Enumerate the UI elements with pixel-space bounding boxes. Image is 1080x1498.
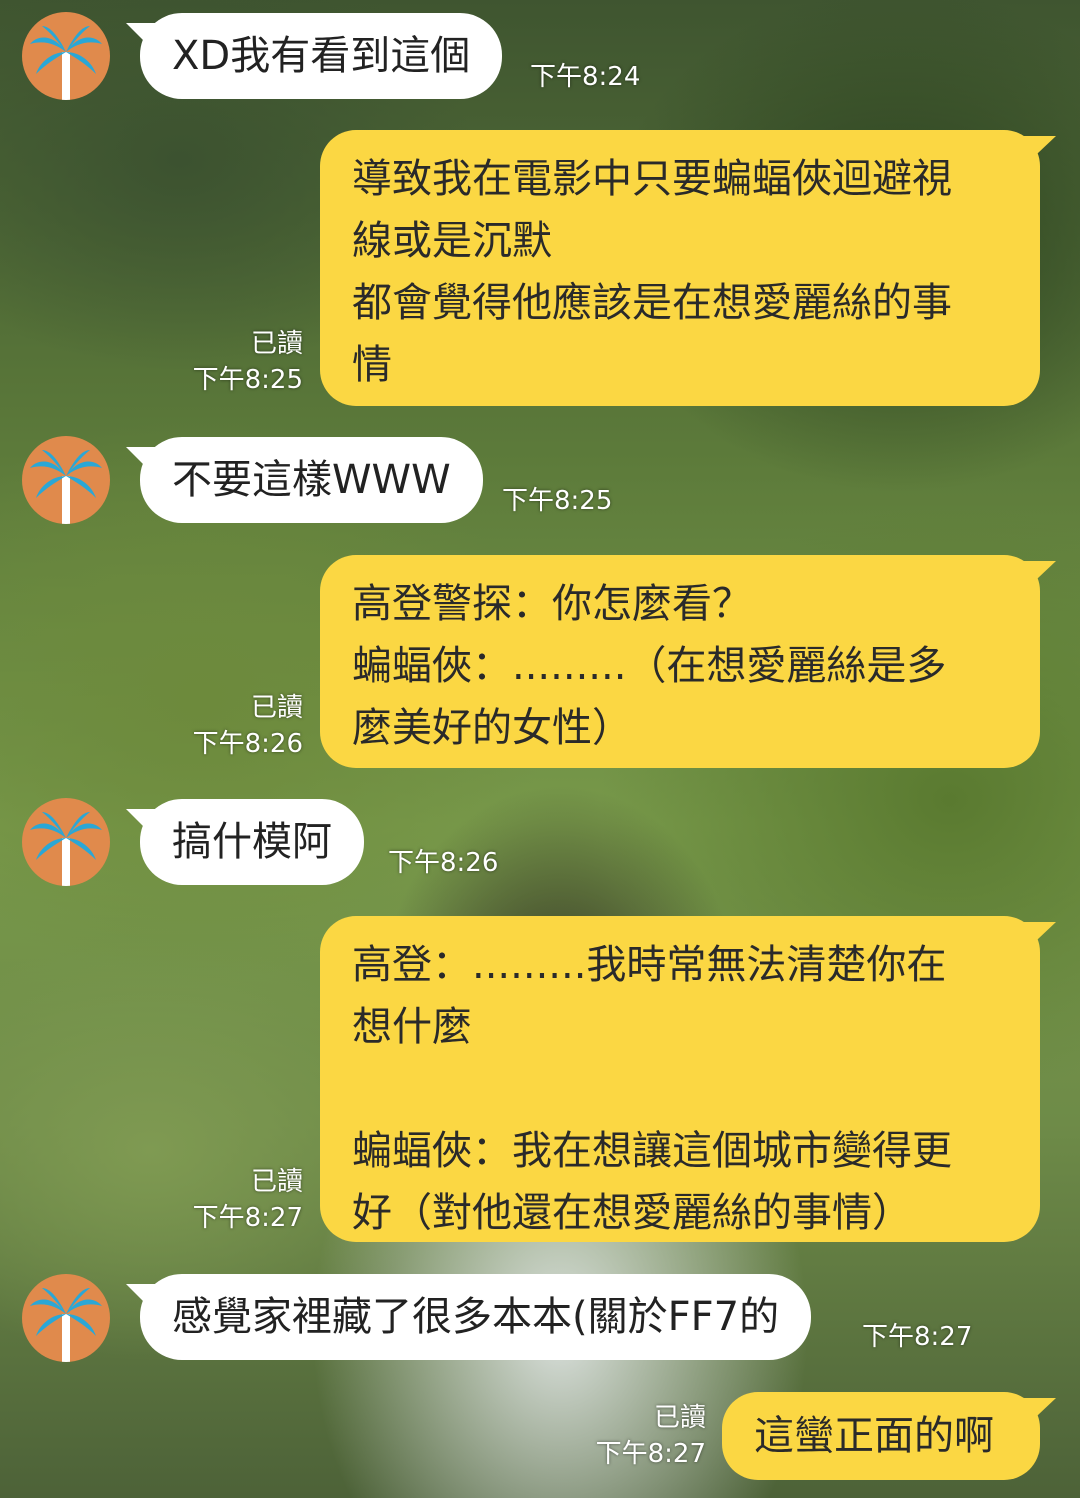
read-receipt: 已讀 [250, 693, 303, 723]
read-receipt: 已讀 [653, 1403, 706, 1433]
avatar[interactable] [22, 12, 110, 100]
message-time: 下午8:25 [192, 365, 303, 395]
outgoing-message[interactable]: 導致我在電影中只要蝙蝠俠迴避視 線或是沉默 都會覺得他應該是在想愛麗絲的事 情 [320, 130, 1040, 406]
message-meta: 已讀 下午8:27 [560, 1400, 706, 1472]
avatar[interactable] [22, 798, 110, 886]
outgoing-message[interactable]: 高登：.........我時常無法清楚你在 想什麼 蝙蝠俠：我在想讓這個城市變得… [320, 916, 1040, 1242]
palm-tree-icon [30, 1288, 102, 1362]
palm-tree-icon [30, 450, 102, 524]
message-time: 下午8:27 [862, 1322, 973, 1352]
read-receipt: 已讀 [250, 329, 303, 359]
outgoing-message[interactable]: 高登警探：你怎麼看？ 蝙蝠俠：.........（在想愛麗絲是多 麼美好的女性） [320, 555, 1040, 768]
incoming-message[interactable]: XD我有看到這個 [140, 13, 503, 99]
message-time: 下午8:27 [595, 1439, 706, 1469]
avatar[interactable] [22, 436, 110, 524]
palm-tree-icon [30, 26, 102, 100]
incoming-message[interactable]: 不要這樣WWW [140, 437, 483, 523]
incoming-message[interactable]: 搞什模阿 [140, 799, 364, 885]
message-meta: 已讀 下午8:25 [150, 326, 303, 398]
incoming-message[interactable]: 感覺家裡藏了很多本本(關於FF7的 [140, 1274, 812, 1360]
message-meta: 已讀 下午8:26 [150, 690, 303, 762]
message-time: 下午8:24 [530, 62, 641, 92]
message-time: 下午8:26 [192, 729, 303, 759]
palm-tree-icon [30, 812, 102, 886]
message-time: 下午8:27 [192, 1203, 303, 1233]
message-meta: 已讀 下午8:27 [150, 1164, 303, 1236]
message-time: 下午8:26 [388, 848, 499, 878]
avatar[interactable] [22, 1274, 110, 1362]
read-receipt: 已讀 [250, 1167, 303, 1197]
outgoing-message[interactable]: 這蠻正面的啊 [722, 1392, 1040, 1480]
message-time: 下午8:25 [502, 486, 613, 516]
